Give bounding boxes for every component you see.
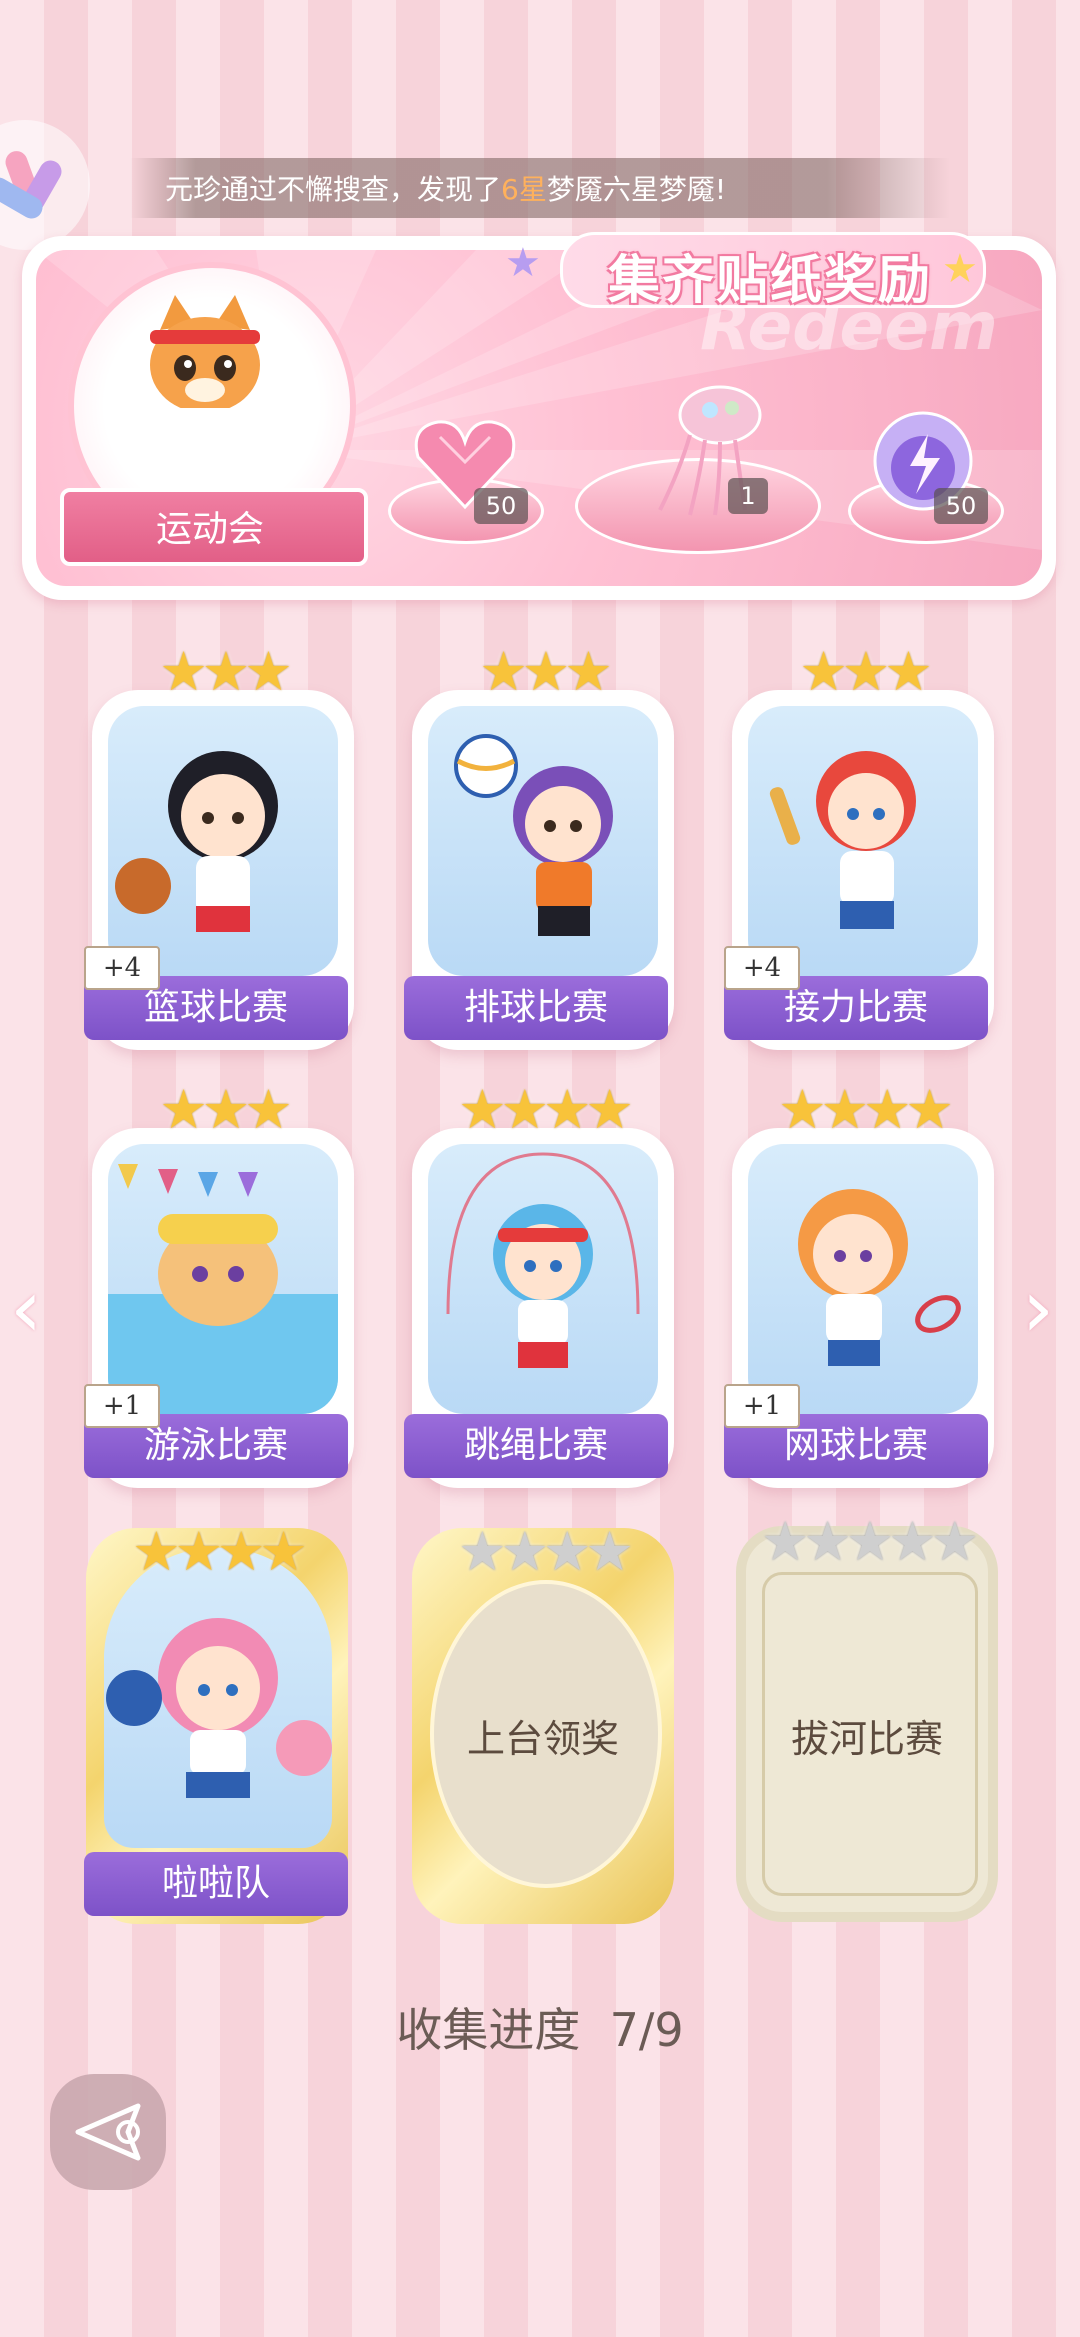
card-count-badge: +1 (84, 1384, 160, 1428)
next-page-arrow-icon[interactable]: › (1022, 1262, 1054, 1355)
tennis-girl-illustration (748, 1144, 978, 1414)
star-rating: ★★★ (159, 1078, 292, 1141)
swimming-dog-illustration (108, 1144, 338, 1414)
card-label: 拔河比赛 (790, 1717, 943, 1761)
notification-suffix: 梦魇六星梦魇! (546, 173, 727, 206)
card-count-badge: +4 (84, 946, 160, 990)
notification-highlight: 6星 (501, 173, 547, 206)
card-label: 啦啦队 (84, 1852, 348, 1916)
relay-girl-illustration (748, 706, 978, 976)
reward-count: 50 (934, 488, 988, 524)
progress-label: 收集进度 (396, 2003, 581, 2057)
notification-text: 元珍通过不懈搜查，发现了6星梦魇六星梦魇! (165, 168, 726, 208)
card-label: 排球比赛 (404, 976, 668, 1040)
progress-value: 7/9 (609, 2003, 684, 2057)
star-rating: ★★★ (479, 640, 612, 703)
star-rating: ★★★ (159, 640, 292, 703)
cheerleader-girl-illustration (104, 1548, 332, 1848)
star-rating: ★★★★ (458, 1520, 634, 1583)
card-label: 上台领奖 (466, 1717, 619, 1761)
star-rating: ★★★★ (458, 1078, 634, 1141)
collection-progress: 收集进度 7/9 (0, 1994, 1080, 2060)
card-count-badge: +4 (724, 946, 800, 990)
jump-rope-girl-illustration (428, 1144, 658, 1414)
card-label: 跳绳比赛 (404, 1414, 668, 1478)
panel-title: 集齐贴纸奖励 (607, 251, 932, 311)
previous-page-arrow-icon[interactable]: ‹ (10, 1262, 42, 1355)
event-badge-label: 运动会 (155, 509, 264, 550)
reward-count: 50 (474, 488, 528, 524)
volleyball-girl-illustration (428, 706, 658, 976)
flower-decoration-icon (0, 120, 90, 250)
star-rating: ★★★★ (778, 1078, 954, 1141)
star-rating: ★★★★ (132, 1520, 308, 1583)
back-arrow-icon (75, 2103, 141, 2161)
reward-count: 1 (728, 478, 768, 514)
notification-prefix: 元珍通过不懈搜查，发现了 (165, 173, 502, 206)
star-decoration-icon: ★ (505, 240, 541, 286)
basketball-girl-illustration (108, 706, 338, 976)
star-rating: ★★★ (799, 640, 932, 703)
card-count-badge: +1 (724, 1384, 800, 1428)
cat-mascot-icon (150, 295, 260, 438)
star-rating: ★★★★★ (760, 1510, 979, 1573)
